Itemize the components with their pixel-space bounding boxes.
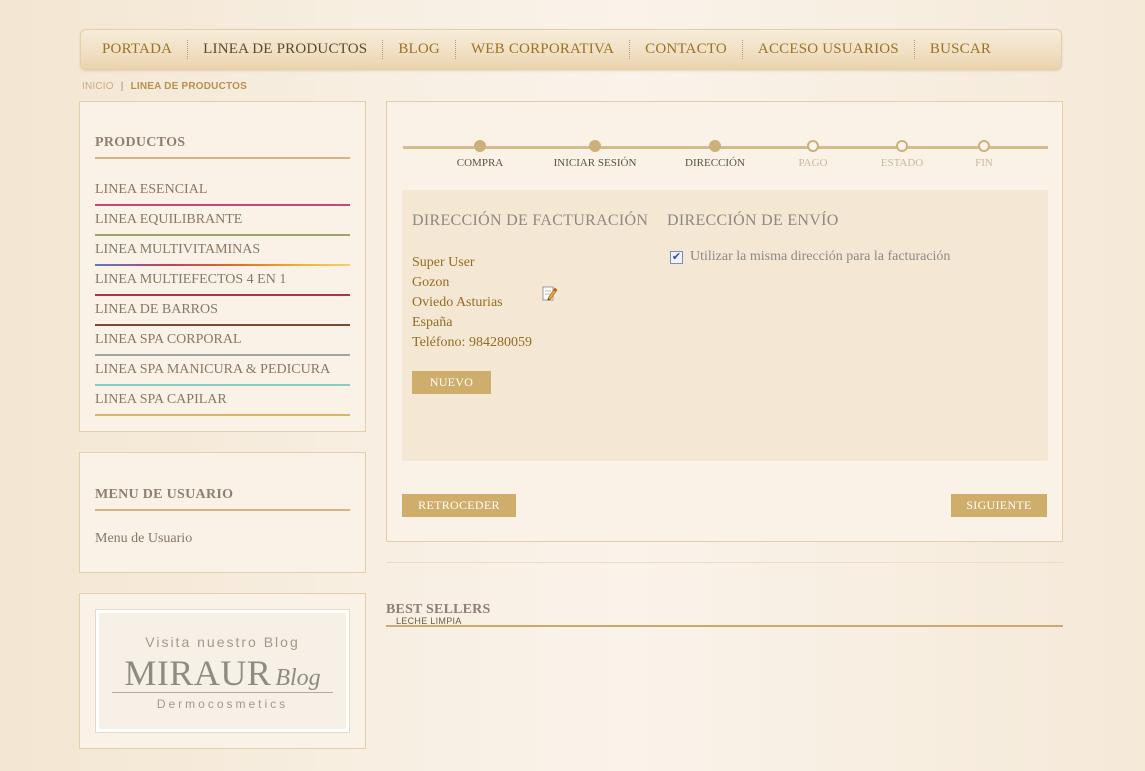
nav-item-linea-de-productos[interactable]: LINEA DE PRODUCTOS [188,40,384,59]
address-city: Gozon [412,275,450,290]
same-address-label: Utilizar la misma dirección para la fact… [690,249,951,264]
product-line-item[interactable]: LINEA DE BARROS [95,296,350,326]
new-address-button[interactable]: NUEVO [412,371,491,394]
best-sellers-title: BEST SELLERS [386,602,491,617]
blog-divider [112,692,333,693]
nav-item-web-corporativa[interactable]: WEB CORPORATIVA [456,40,631,59]
product-line-item[interactable]: LINEA SPA MANICURA & PEDICURA [95,356,350,386]
address-phone: Teléfono: 984280059 [412,335,532,350]
product-line-item[interactable]: LINEA ESENCIAL [95,176,350,206]
user-menu-title: MENU DE USUARIO [95,487,350,511]
product-line-item[interactable]: LINEA SPA CORPORAL [95,326,350,356]
nav-item-acceso-usuarios[interactable]: ACCESO USUARIOS [743,40,915,59]
nav-item-contacto[interactable]: CONTACTO [630,40,743,59]
blog-logo: MIRAUR Blog [96,652,349,694]
step-2: INICIAR SESIÓN [535,140,655,169]
product-line-item[interactable]: LINEA MULTIVITAMINAS [95,236,350,266]
breadcrumb: INICIO | LINEA DE PRODUCTOS [82,81,247,92]
content-divider [386,562,1063,563]
main-nav: PORTADA LINEA DE PRODUCTOS BLOG WEB CORPORA… [80,29,1062,70]
product-line-item[interactable]: LINEA EQUILIBRANTE [95,206,350,236]
blog-visit-text: Visita nuestro Blog [145,634,300,650]
billing-address: Super User Gozon Oviedo Asturias España … [412,253,532,353]
blog-banner-box: Visita nuestro Blog MIRAUR Blog Dermocosm… [79,593,366,749]
same-address-checkbox[interactable]: ✔ [670,250,683,264]
step-marker [474,140,486,152]
breadcrumb-home[interactable]: INICIO [82,81,114,92]
best-sellers-section: BEST SELLERS LECHE LIMPIA [386,602,1063,627]
shipping-title: DIRECCIÓN DE ENVÍO [667,212,839,229]
nav-item-buscar[interactable]: BUSCAR [915,40,1006,59]
next-button[interactable]: SIGUIENTE [951,494,1047,517]
best-seller-item[interactable]: LECHE LIMPIA [396,616,462,625]
user-menu-link[interactable]: Menu de Usuario [95,531,350,547]
blog-logo-suffix: Blog [275,665,321,691]
step-marker [807,140,819,152]
step-label: COMPRA [456,157,504,169]
step-marker [978,140,990,152]
checkout-panel: COMPRA INICIAR SESIÓN DIRECCIÓN PAGO ESTADO F… [386,101,1063,542]
edit-address-icon[interactable] [542,285,558,301]
back-button[interactable]: RETROCEDER [402,494,516,517]
nav-item-blog[interactable]: BLOG [383,40,456,59]
user-menu-box: MENU DE USUARIO Menu de Usuario [79,452,366,573]
breadcrumb-current[interactable]: LINEA DE PRODUCTOS [131,81,247,92]
nav-item-portada[interactable]: PORTADA [87,40,189,59]
products-title: PRODUCTOS [95,135,350,159]
step-label: FIN [975,157,993,169]
blog-subtitle: Dermocosmetics [156,697,289,711]
address-form-area: DIRECCIÓN DE FACTURACIÓN DIRECCIÓN DE EN… [402,190,1048,461]
step-6: FIN [924,140,1044,169]
step-marker [709,140,721,152]
products-list: LINEA ESENCIAL LINEA EQUILIBRANTE LINEA MU… [95,176,350,416]
step-1: COMPRA [420,140,540,169]
address-country: España [412,315,453,330]
billing-title: DIRECCIÓN DE FACTURACIÓN [412,212,649,229]
address-name: Super User [412,255,475,270]
products-box: PRODUCTOS LINEA ESENCIAL LINEA EQUILIBRAN… [79,101,366,432]
step-marker [896,140,908,152]
product-line-item[interactable]: LINEA SPA CAPILAR [95,386,350,416]
product-line-item[interactable]: LINEA MULTIEFECTOS 4 EN 1 [95,266,350,296]
step-label: INICIAR SESIÓN [553,157,637,169]
blog-banner[interactable]: Visita nuestro Blog MIRAUR Blog Dermocosm… [95,609,350,733]
same-address-checkbox-row[interactable]: ✔ Utilizar la misma dirección para la fa… [670,249,950,265]
blog-logo-brand: MIRAUR [124,653,272,693]
step-marker [589,140,601,152]
breadcrumb-separator: | [120,81,124,92]
address-region: Oviedo Asturias [412,295,503,310]
